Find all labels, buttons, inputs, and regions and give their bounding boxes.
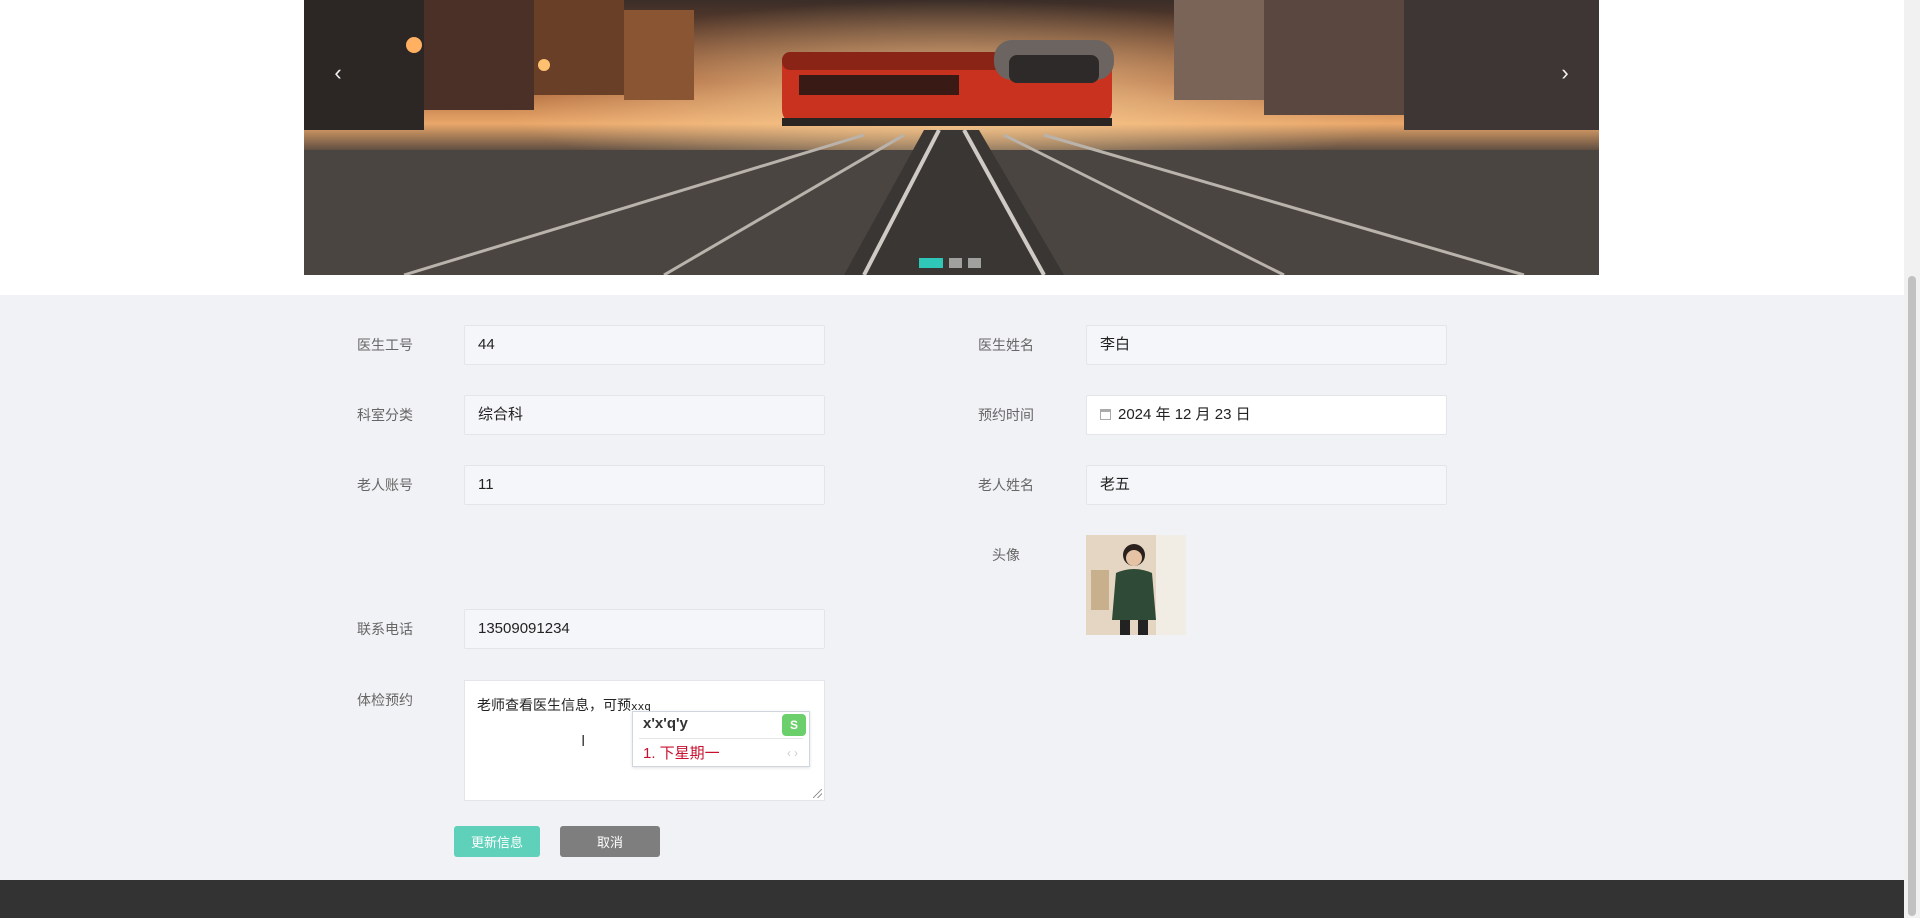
- scrollbar-thumb[interactable]: [1908, 276, 1916, 916]
- sogou-ime-logo-icon: S: [782, 714, 806, 736]
- doctor-name-field[interactable]: 李白: [1086, 325, 1447, 365]
- carousel-indicators: [919, 258, 981, 268]
- carousel-next-arrow[interactable]: ›: [1553, 58, 1577, 88]
- carousel-dot-3[interactable]: [968, 258, 981, 268]
- phone-label: 联系电话: [357, 621, 413, 637]
- footer: [0, 880, 1904, 918]
- cancel-button[interactable]: 取消: [560, 826, 660, 857]
- avatar[interactable]: [1086, 535, 1186, 635]
- appointment-date-picker[interactable]: 2024 年 12 月 23 日: [1086, 395, 1447, 435]
- elder-name-label: 老人姓名: [978, 477, 1034, 493]
- resize-grip-icon[interactable]: [813, 789, 822, 798]
- ime-composition: x'x'q'y: [643, 715, 688, 732]
- avatar-label: 头像: [992, 547, 1020, 563]
- page-scrollbar[interactable]: [1904, 0, 1920, 918]
- department-label: 科室分类: [357, 407, 413, 423]
- ime-divider: [639, 738, 803, 739]
- ime-pager-arrows-icon[interactable]: ‹›: [787, 746, 801, 760]
- avatar-image: [1086, 535, 1186, 635]
- update-info-button[interactable]: 更新信息: [454, 826, 540, 857]
- ime-candidate-1[interactable]: 1. 下星期一: [643, 742, 720, 763]
- carousel-banner: ‹ ›: [304, 0, 1599, 275]
- doctor-name-label: 医生姓名: [978, 337, 1034, 353]
- carousel-dot-2[interactable]: [949, 258, 962, 268]
- carousel-dot-1[interactable]: [919, 258, 943, 268]
- elder-name-field[interactable]: 老五: [1086, 465, 1447, 505]
- calendar-icon: [1100, 409, 1111, 420]
- carousel-image: [304, 0, 1599, 275]
- ime-candidate-popup: x'x'q'y 1. 下星期一 S ‹›: [632, 711, 810, 767]
- checkup-text: 老师查看医生信息，可预: [477, 697, 631, 713]
- doctor-id-field[interactable]: 44: [464, 325, 825, 365]
- carousel-prev-arrow[interactable]: ‹: [326, 58, 350, 88]
- appointment-time-label: 预约时间: [978, 407, 1034, 423]
- elder-account-label: 老人账号: [357, 477, 413, 493]
- department-field[interactable]: 综合科: [464, 395, 825, 435]
- elder-account-field[interactable]: 11: [464, 465, 825, 505]
- appointment-date-value: 2024 年 12 月 23 日: [1118, 406, 1251, 423]
- text-cursor-icon: I: [581, 733, 586, 750]
- banner-area: ‹ ›: [0, 0, 1904, 295]
- phone-field[interactable]: 13509091234: [464, 609, 825, 649]
- appointment-form: 医生工号 44 医生姓名 李白 科室分类 综合科 预约时间 2024 年 12 …: [0, 295, 1904, 880]
- checkup-label: 体检预约: [357, 692, 413, 708]
- doctor-id-label: 医生工号: [357, 337, 413, 353]
